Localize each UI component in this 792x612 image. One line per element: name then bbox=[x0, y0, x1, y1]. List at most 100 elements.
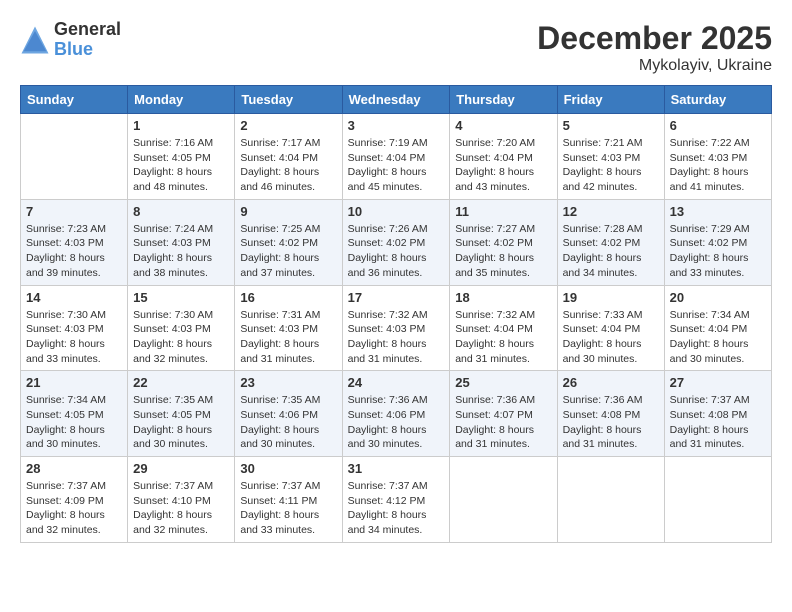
day-number: 1 bbox=[133, 118, 229, 133]
day-number: 12 bbox=[563, 204, 659, 219]
day-info: Sunrise: 7:33 AM Sunset: 4:04 PM Dayligh… bbox=[563, 308, 659, 367]
day-number: 31 bbox=[348, 461, 445, 476]
location: Mykolayiv, Ukraine bbox=[537, 57, 772, 75]
calendar-week-row: 7 Sunrise: 7:23 AM Sunset: 4:03 PM Daylig… bbox=[21, 199, 772, 285]
page-header: General Blue December 2025 Mykolayiv, Uk… bbox=[20, 20, 772, 75]
day-number: 15 bbox=[133, 290, 229, 305]
calendar-cell: 20Sunrise: 7:34 AM Sunset: 4:04 PM Dayli… bbox=[664, 285, 771, 371]
day-number: 26 bbox=[563, 375, 659, 390]
logo-icon bbox=[20, 25, 50, 55]
calendar-cell: 2Sunrise: 7:17 AM Sunset: 4:04 PM Daylig… bbox=[235, 114, 342, 200]
day-info: Sunrise: 7:25 AM Sunset: 4:02 PM Dayligh… bbox=[240, 222, 336, 281]
calendar-cell: 24 Sunrise: 7:36 AM Sunset: 4:06 PM Dayli… bbox=[342, 371, 450, 457]
calendar-cell: 3Sunrise: 7:19 AM Sunset: 4:04 PM Daylig… bbox=[342, 114, 450, 200]
calendar-week-row: 28 Sunrise: 7:37 AM Sunset: 4:09 PM Dayli… bbox=[21, 457, 772, 543]
calendar-cell: 25 Sunrise: 7:36 AM Sunset: 4:07 PM Dayli… bbox=[450, 371, 557, 457]
calendar-cell: 14 Sunrise: 7:30 AM Sunset: 4:03 PM Dayli… bbox=[21, 285, 128, 371]
day-number: 11 bbox=[455, 204, 551, 219]
day-number: 24 bbox=[348, 375, 445, 390]
day-number: 8 bbox=[133, 204, 229, 219]
weekday-header: Wednesday bbox=[342, 86, 450, 114]
day-number: 20 bbox=[670, 290, 766, 305]
calendar-week-row: 14 Sunrise: 7:30 AM Sunset: 4:03 PM Dayli… bbox=[21, 285, 772, 371]
calendar-cell: 26 Sunrise: 7:36 AM Sunset: 4:08 PM Dayli… bbox=[557, 371, 664, 457]
day-info: Sunrise: 7:36 AM Sunset: 4:08 PM Dayligh… bbox=[563, 393, 659, 452]
day-number: 6 bbox=[670, 118, 766, 133]
day-info: Sunrise: 7:37 AM Sunset: 4:08 PM Dayligh… bbox=[670, 393, 766, 452]
calendar-cell: 9 Sunrise: 7:25 AM Sunset: 4:02 PM Daylig… bbox=[235, 199, 342, 285]
weekday-header: Saturday bbox=[664, 86, 771, 114]
logo-general-text: General bbox=[54, 20, 121, 40]
day-info: Sunrise: 7:20 AM Sunset: 4:04 PM Dayligh… bbox=[455, 136, 551, 195]
day-number: 21 bbox=[26, 375, 122, 390]
calendar-cell bbox=[664, 457, 771, 543]
calendar-table: SundayMondayTuesdayWednesdayThursdayFrid… bbox=[20, 85, 772, 543]
calendar-cell: 21 Sunrise: 7:34 AM Sunset: 4:05 PM Dayli… bbox=[21, 371, 128, 457]
day-number: 3 bbox=[348, 118, 445, 133]
day-info: Sunrise: 7:23 AM Sunset: 4:03 PM Dayligh… bbox=[26, 222, 122, 281]
day-info: Sunrise: 7:30 AM Sunset: 4:03 PM Dayligh… bbox=[26, 308, 122, 367]
weekday-header: Sunday bbox=[21, 86, 128, 114]
calendar-cell: 23 Sunrise: 7:35 AM Sunset: 4:06 PM Dayli… bbox=[235, 371, 342, 457]
calendar-cell: 28 Sunrise: 7:37 AM Sunset: 4:09 PM Dayli… bbox=[21, 457, 128, 543]
month-title: December 2025 bbox=[537, 20, 772, 57]
day-number: 5 bbox=[563, 118, 659, 133]
calendar-cell: 12 Sunrise: 7:28 AM Sunset: 4:02 PM Dayli… bbox=[557, 199, 664, 285]
weekday-header: Monday bbox=[128, 86, 235, 114]
day-number: 23 bbox=[240, 375, 336, 390]
day-info: Sunrise: 7:34 AM Sunset: 4:05 PM Dayligh… bbox=[26, 393, 122, 452]
day-number: 14 bbox=[26, 290, 122, 305]
day-number: 18 bbox=[455, 290, 551, 305]
day-number: 9 bbox=[240, 204, 336, 219]
day-number: 17 bbox=[348, 290, 445, 305]
day-info: Sunrise: 7:31 AM Sunset: 4:03 PM Dayligh… bbox=[240, 308, 336, 367]
calendar-cell: 17 Sunrise: 7:32 AM Sunset: 4:03 PM Dayli… bbox=[342, 285, 450, 371]
day-info: Sunrise: 7:37 AM Sunset: 4:11 PM Dayligh… bbox=[240, 479, 336, 538]
day-number: 2 bbox=[240, 118, 336, 133]
calendar-cell bbox=[557, 457, 664, 543]
calendar-cell: 1 Sunrise: 7:16 AM Sunset: 4:05 PM Daylig… bbox=[128, 114, 235, 200]
day-info: Sunrise: 7:22 AM Sunset: 4:03 PM Dayligh… bbox=[670, 136, 766, 195]
calendar-cell bbox=[21, 114, 128, 200]
day-info: Sunrise: 7:36 AM Sunset: 4:07 PM Dayligh… bbox=[455, 393, 551, 452]
calendar-cell: 29 Sunrise: 7:37 AM Sunset: 4:10 PM Dayli… bbox=[128, 457, 235, 543]
calendar-cell bbox=[450, 457, 557, 543]
day-number: 25 bbox=[455, 375, 551, 390]
calendar-cell: 19Sunrise: 7:33 AM Sunset: 4:04 PM Dayli… bbox=[557, 285, 664, 371]
logo: General Blue bbox=[20, 20, 121, 60]
day-info: Sunrise: 7:21 AM Sunset: 4:03 PM Dayligh… bbox=[563, 136, 659, 195]
calendar-cell: 27 Sunrise: 7:37 AM Sunset: 4:08 PM Dayli… bbox=[664, 371, 771, 457]
day-number: 29 bbox=[133, 461, 229, 476]
day-info: Sunrise: 7:26 AM Sunset: 4:02 PM Dayligh… bbox=[348, 222, 445, 281]
day-info: Sunrise: 7:28 AM Sunset: 4:02 PM Dayligh… bbox=[563, 222, 659, 281]
day-number: 7 bbox=[26, 204, 122, 219]
calendar-cell: 4Sunrise: 7:20 AM Sunset: 4:04 PM Daylig… bbox=[450, 114, 557, 200]
calendar-cell: 16 Sunrise: 7:31 AM Sunset: 4:03 PM Dayli… bbox=[235, 285, 342, 371]
day-info: Sunrise: 7:37 AM Sunset: 4:10 PM Dayligh… bbox=[133, 479, 229, 538]
day-info: Sunrise: 7:24 AM Sunset: 4:03 PM Dayligh… bbox=[133, 222, 229, 281]
calendar-week-row: 21 Sunrise: 7:34 AM Sunset: 4:05 PM Dayli… bbox=[21, 371, 772, 457]
day-number: 27 bbox=[670, 375, 766, 390]
calendar-cell: 7 Sunrise: 7:23 AM Sunset: 4:03 PM Daylig… bbox=[21, 199, 128, 285]
calendar-cell: 15 Sunrise: 7:30 AM Sunset: 4:03 PM Dayli… bbox=[128, 285, 235, 371]
day-number: 16 bbox=[240, 290, 336, 305]
day-number: 28 bbox=[26, 461, 122, 476]
calendar-cell: 6 Sunrise: 7:22 AM Sunset: 4:03 PM Daylig… bbox=[664, 114, 771, 200]
logo-blue-text: Blue bbox=[54, 40, 121, 60]
weekday-header: Thursday bbox=[450, 86, 557, 114]
weekday-header: Tuesday bbox=[235, 86, 342, 114]
day-info: Sunrise: 7:37 AM Sunset: 4:09 PM Dayligh… bbox=[26, 479, 122, 538]
day-info: Sunrise: 7:32 AM Sunset: 4:03 PM Dayligh… bbox=[348, 308, 445, 367]
calendar-cell: 5 Sunrise: 7:21 AM Sunset: 4:03 PM Daylig… bbox=[557, 114, 664, 200]
calendar-cell: 31Sunrise: 7:37 AM Sunset: 4:12 PM Dayli… bbox=[342, 457, 450, 543]
day-info: Sunrise: 7:36 AM Sunset: 4:06 PM Dayligh… bbox=[348, 393, 445, 452]
day-info: Sunrise: 7:32 AM Sunset: 4:04 PM Dayligh… bbox=[455, 308, 551, 367]
day-number: 22 bbox=[133, 375, 229, 390]
day-info: Sunrise: 7:35 AM Sunset: 4:06 PM Dayligh… bbox=[240, 393, 336, 452]
day-info: Sunrise: 7:30 AM Sunset: 4:03 PM Dayligh… bbox=[133, 308, 229, 367]
day-info: Sunrise: 7:16 AM Sunset: 4:05 PM Dayligh… bbox=[133, 136, 229, 195]
day-info: Sunrise: 7:35 AM Sunset: 4:05 PM Dayligh… bbox=[133, 393, 229, 452]
calendar-cell: 10Sunrise: 7:26 AM Sunset: 4:02 PM Dayli… bbox=[342, 199, 450, 285]
weekday-header-row: SundayMondayTuesdayWednesdayThursdayFrid… bbox=[21, 86, 772, 114]
day-number: 13 bbox=[670, 204, 766, 219]
